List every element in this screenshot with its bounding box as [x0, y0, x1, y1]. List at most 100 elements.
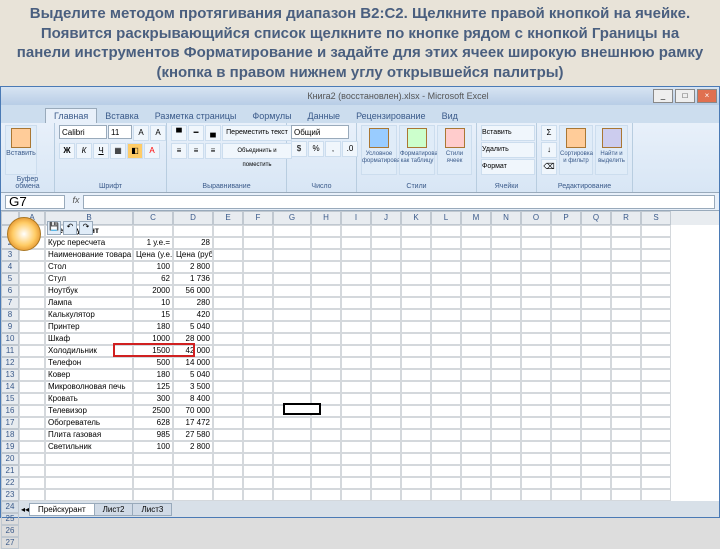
cell[interactable]: [19, 261, 45, 273]
cell[interactable]: [461, 225, 491, 237]
cell[interactable]: [401, 369, 431, 381]
cell[interactable]: [133, 453, 173, 465]
cell[interactable]: [551, 489, 581, 501]
cell[interactable]: [551, 261, 581, 273]
row-header[interactable]: 4: [1, 261, 19, 273]
cell[interactable]: [213, 297, 243, 309]
align-left-icon[interactable]: ≡: [171, 143, 187, 159]
cell[interactable]: [461, 393, 491, 405]
cell[interactable]: [611, 237, 641, 249]
cell[interactable]: [431, 357, 461, 369]
cell[interactable]: [641, 453, 671, 465]
cell[interactable]: [581, 345, 611, 357]
cell[interactable]: [641, 249, 671, 261]
cell[interactable]: [243, 297, 273, 309]
cell[interactable]: [341, 333, 371, 345]
cell[interactable]: [19, 393, 45, 405]
insert-cells-button[interactable]: Вставить: [481, 125, 535, 141]
cell[interactable]: [243, 273, 273, 285]
col-header[interactable]: E: [213, 211, 243, 225]
cell[interactable]: [431, 441, 461, 453]
cell[interactable]: [401, 417, 431, 429]
cell[interactable]: [311, 333, 341, 345]
cell[interactable]: [19, 441, 45, 453]
cell[interactable]: [521, 237, 551, 249]
cell[interactable]: [371, 249, 401, 261]
cell[interactable]: Шкаф: [45, 333, 133, 345]
cell[interactable]: [551, 477, 581, 489]
cell[interactable]: [273, 345, 311, 357]
cell[interactable]: [19, 309, 45, 321]
row-header[interactable]: 21: [1, 465, 19, 477]
cell[interactable]: [461, 489, 491, 501]
cell[interactable]: [243, 321, 273, 333]
cell[interactable]: [311, 381, 341, 393]
cell[interactable]: [311, 477, 341, 489]
cell[interactable]: [521, 357, 551, 369]
cell[interactable]: [243, 261, 273, 273]
cell[interactable]: [213, 441, 243, 453]
cell[interactable]: [243, 237, 273, 249]
row-header[interactable]: 3: [1, 249, 19, 261]
cell[interactable]: Обогреватель: [45, 417, 133, 429]
cell[interactable]: [341, 297, 371, 309]
cell[interactable]: [273, 225, 311, 237]
cell[interactable]: Курс пересчета: [45, 237, 133, 249]
cell[interactable]: [243, 285, 273, 297]
row-header[interactable]: 11: [1, 345, 19, 357]
cell[interactable]: [461, 477, 491, 489]
align-top-icon[interactable]: ▀: [171, 125, 187, 141]
cell[interactable]: [611, 285, 641, 297]
cell[interactable]: [401, 393, 431, 405]
col-header[interactable]: Q: [581, 211, 611, 225]
cell[interactable]: [213, 369, 243, 381]
cell[interactable]: [243, 309, 273, 321]
cell[interactable]: 10: [133, 297, 173, 309]
cell[interactable]: 2 800: [173, 441, 213, 453]
cell[interactable]: [551, 249, 581, 261]
cell[interactable]: [431, 465, 461, 477]
cell[interactable]: [273, 297, 311, 309]
row-header[interactable]: 26: [1, 525, 19, 537]
maximize-button[interactable]: □: [675, 89, 695, 103]
cell[interactable]: 28: [173, 237, 213, 249]
row-header[interactable]: 27: [1, 537, 19, 549]
cell[interactable]: [581, 273, 611, 285]
cell[interactable]: [311, 249, 341, 261]
cell[interactable]: 1000: [133, 333, 173, 345]
cell[interactable]: [311, 297, 341, 309]
cell[interactable]: [431, 285, 461, 297]
cell[interactable]: [213, 465, 243, 477]
cell[interactable]: [491, 429, 521, 441]
cell[interactable]: [371, 225, 401, 237]
col-header[interactable]: N: [491, 211, 521, 225]
cell[interactable]: [311, 225, 341, 237]
cell[interactable]: [341, 405, 371, 417]
cell[interactable]: [431, 273, 461, 285]
cell[interactable]: [491, 417, 521, 429]
cell[interactable]: [491, 381, 521, 393]
cell[interactable]: [401, 441, 431, 453]
cell[interactable]: [311, 405, 341, 417]
cell[interactable]: [311, 273, 341, 285]
cell[interactable]: [491, 477, 521, 489]
cell[interactable]: [611, 333, 641, 345]
cell[interactable]: [461, 309, 491, 321]
cell[interactable]: [461, 285, 491, 297]
cell[interactable]: [401, 465, 431, 477]
cell[interactable]: [45, 465, 133, 477]
cell[interactable]: [273, 477, 311, 489]
cell[interactable]: Лампа: [45, 297, 133, 309]
paste-button[interactable]: Вставить: [5, 125, 37, 175]
cell[interactable]: [551, 225, 581, 237]
row-header[interactable]: 13: [1, 369, 19, 381]
cell[interactable]: [45, 453, 133, 465]
cell[interactable]: [431, 345, 461, 357]
cell[interactable]: [371, 345, 401, 357]
office-button[interactable]: [7, 217, 41, 251]
cell[interactable]: [311, 393, 341, 405]
cell[interactable]: [371, 237, 401, 249]
italic-button[interactable]: К: [76, 143, 92, 159]
cell[interactable]: [521, 465, 551, 477]
cell[interactable]: [45, 477, 133, 489]
